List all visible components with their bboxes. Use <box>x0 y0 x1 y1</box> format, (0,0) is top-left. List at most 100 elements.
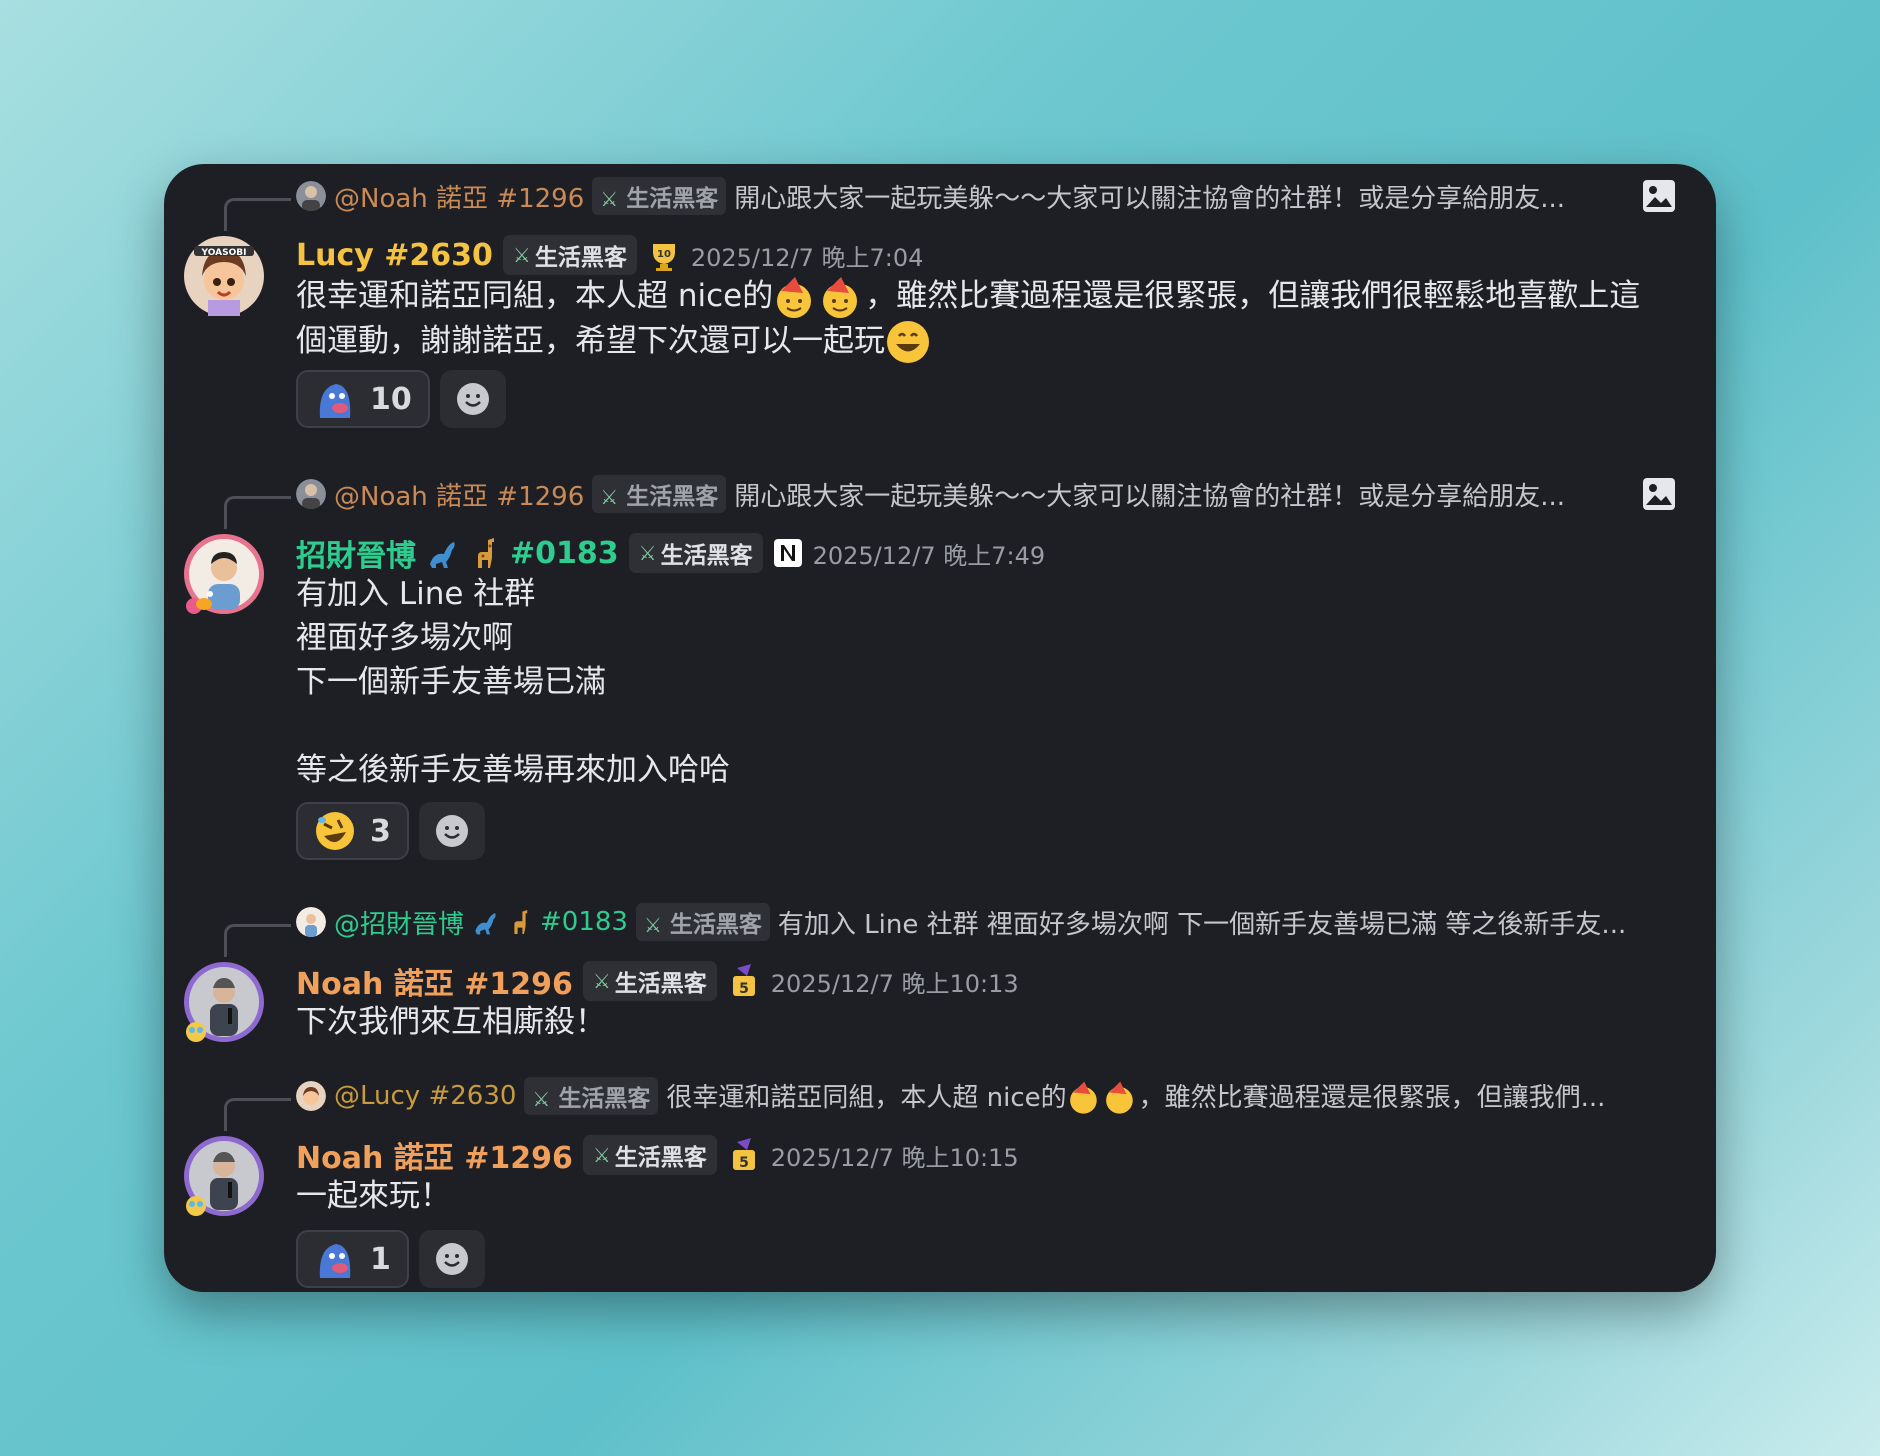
reply-preview[interactable]: @Lucy #2630 ⚔ 生活黑客 很幸運和諾亞同組，本人超 nice的 ，雖然… <box>296 1076 1676 1116</box>
sword-icon: ⚔ <box>592 969 611 993</box>
role-badge-label: 生活黑客 <box>626 484 719 510</box>
message-header: Lucy #2630 ⚔ 生活黑客 10 2025/12/7 晚上7:04 <box>296 232 923 278</box>
image-icon[interactable] <box>1642 179 1676 213</box>
reaction-button[interactable]: 3 <box>296 802 409 860</box>
author-name[interactable]: Noah 諾亞 #1296 <box>296 959 573 1003</box>
wizard-hat-icon: 5 <box>732 1138 755 1171</box>
avatar[interactable] <box>184 962 264 1042</box>
blue-monster-emoji-icon <box>319 1244 351 1278</box>
reply-preview[interactable]: @招財晉博 #0183 ⚔ 生活黑客 有加入 Line 社群 裡面好多場次啊 下… <box>296 902 1676 942</box>
sword-icon: ⚔ <box>600 187 619 211</box>
message-header: Noah 諾亞 #1296 ⚔ 生活黑客 5 2025/12/7 晚上10:15 <box>296 1132 1019 1178</box>
sword-icon: ⚔ <box>592 1143 611 1167</box>
party-face-icon <box>823 276 858 318</box>
role-badge-label: 生活黑客 <box>534 245 627 271</box>
message-text: ，雖然比賽過程還是很緊張，但讓我們很輕鬆地喜歡上這 <box>865 278 1641 314</box>
avatar[interactable]: YOASOBI <box>184 236 264 316</box>
role-badge: ⚔ 生活黑客 <box>582 961 717 1001</box>
reply-text: 開心跟大家一起玩美躲～～大家可以關注協會的社群！或是分享給朋友... <box>734 481 1566 512</box>
sword-icon: ⚔ <box>638 541 657 565</box>
reply-text: 有加入 Line 社群 裡面好多場次啊 下一個新手友善場已滿 等之後新手友... <box>777 909 1627 940</box>
reply-preview[interactable]: @Noah 諾亞 #1296 ⚔ 生活黑客 開心跟大家一起玩美躲～～大家可以關注… <box>296 474 1676 514</box>
smiley-add-icon <box>435 815 468 847</box>
svg-text:5: 5 <box>739 981 749 997</box>
notion-icon <box>773 539 802 567</box>
reply-author[interactable]: @Noah 諾亞 #1296 <box>334 476 584 513</box>
reaction-count: 10 <box>370 381 412 417</box>
role-badge-label: 生活黑客 <box>558 1086 651 1112</box>
message-body: 下次我們來互相廝殺！ <box>296 1004 606 1040</box>
reply-text: 很幸運和諾亞同組，本人超 nice的 ，雖然比賽過程還是很緊張，但讓我們... <box>666 1077 1676 1116</box>
reply-author[interactable]: @招財晉博 <box>334 904 464 941</box>
reply-connector <box>224 924 291 957</box>
reactions-row: 1 <box>296 1230 485 1288</box>
sword-icon: ⚔ <box>512 243 531 267</box>
reply-text: 開心跟大家一起玩美躲～～大家可以關注協會的社群！或是分享給朋友... <box>734 183 1566 214</box>
reaction-count: 3 <box>370 813 391 849</box>
party-face-icon <box>1069 1081 1097 1114</box>
svg-text:YOASOBI: YOASOBI <box>201 248 247 258</box>
role-badge: ⚔ 生活黑客 <box>524 1077 659 1115</box>
giraffe-icon <box>514 910 528 934</box>
timestamp: 2025/12/7 晚上7:49 <box>812 541 1046 570</box>
avatar-noah-mini <box>296 479 326 509</box>
image-icon[interactable] <box>1642 477 1676 511</box>
trophy-icon: 10 <box>652 244 675 271</box>
message-text: 很幸運和諾亞同組，本人超 nice的 <box>296 278 774 314</box>
svg-text:5: 5 <box>739 1155 749 1171</box>
reply-connector <box>224 198 291 231</box>
role-badge: ⚔ 生活黑客 <box>628 533 763 573</box>
smiley-add-icon <box>456 383 489 415</box>
add-reaction-button[interactable] <box>439 370 506 428</box>
sword-icon: ⚔ <box>532 1087 551 1111</box>
reply-preview[interactable]: @Noah 諾亞 #1296 ⚔ 生活黑客 開心跟大家一起玩美躲～～大家可以關注… <box>296 176 1676 216</box>
author-name[interactable]: Lucy #2630 <box>296 238 493 273</box>
role-badge-label: 生活黑客 <box>614 971 707 997</box>
message-body: 很幸運和諾亞同組，本人超 nice的 ，雖然比賽過程還是很緊張，但讓我們很輕鬆地喜… <box>296 274 1676 365</box>
role-badge-label: 生活黑客 <box>614 1145 707 1171</box>
message-text: 個運動，謝謝諾亞，希望下次還可以一起玩 <box>296 322 885 359</box>
message-body: 有加入 Line 社群 裡面好多場次啊 下一個新手友善場已滿 等之後新手友善場再… <box>296 576 730 788</box>
party-face-icon <box>1105 1081 1133 1114</box>
add-reaction-button[interactable] <box>418 802 485 860</box>
reply-text-part: 很幸運和諾亞同組，本人超 nice的 <box>666 1082 1067 1113</box>
role-badge: ⚔ 生活黑客 <box>582 1135 717 1175</box>
reply-author[interactable]: @Lucy #2630 <box>334 1081 516 1111</box>
role-badge-label: 生活黑客 <box>660 543 753 569</box>
add-reaction-button[interactable] <box>418 1230 485 1288</box>
message-header: 招財晉博 #0183 ⚔ 生活黑客 2025/12/7 晚上7:49 <box>296 530 1045 576</box>
reaction-count: 1 <box>370 1241 391 1277</box>
giraffe-icon <box>478 538 494 568</box>
timestamp: 2025/12/7 晚上10:15 <box>770 1143 1019 1172</box>
author-name[interactable]: 招財晉博 <box>296 531 416 575</box>
timestamp: 2025/12/7 晚上7:04 <box>690 243 924 272</box>
reply-connector <box>224 496 291 529</box>
smiley-add-icon <box>435 1243 468 1275</box>
role-badge-label: 生活黑客 <box>626 186 719 212</box>
rofl-emoji-icon <box>316 812 354 850</box>
message-header: Noah 諾亞 #1296 ⚔ 生活黑客 5 2025/12/7 晚上10:13 <box>296 958 1019 1004</box>
reaction-button[interactable]: 10 <box>296 370 430 428</box>
avatar[interactable] <box>184 1136 264 1216</box>
author-tag[interactable]: #0183 <box>510 536 619 571</box>
dinosaur-icon <box>430 542 455 568</box>
grinning-face-icon <box>887 321 929 363</box>
avatar-noah-mini <box>296 181 326 211</box>
avatar-lucy-mini <box>296 1081 326 1111</box>
reply-text-part: ，雖然比賽過程還是很緊張，但讓我們... <box>1138 1082 1606 1113</box>
role-badge: ⚔ 生活黑客 <box>592 475 727 513</box>
reply-connector <box>224 1098 291 1131</box>
timestamp: 2025/12/7 晚上10:13 <box>770 969 1019 998</box>
svg-text:10: 10 <box>657 249 671 260</box>
author-name[interactable]: Noah 諾亞 #1296 <box>296 1133 573 1177</box>
sword-icon: ⚔ <box>643 913 662 937</box>
reactions-row: 3 <box>296 802 485 860</box>
reply-author[interactable]: @Noah 諾亞 #1296 <box>334 178 584 215</box>
role-badge-label: 生活黑客 <box>669 912 762 938</box>
reply-author-tag[interactable]: #0183 <box>540 907 628 937</box>
avatar[interactable] <box>184 534 264 614</box>
reaction-button[interactable]: 1 <box>296 1230 409 1288</box>
avatar-zhaocai-mini <box>296 907 326 937</box>
party-face-icon <box>777 276 812 318</box>
wizard-hat-icon: 5 <box>732 964 755 997</box>
